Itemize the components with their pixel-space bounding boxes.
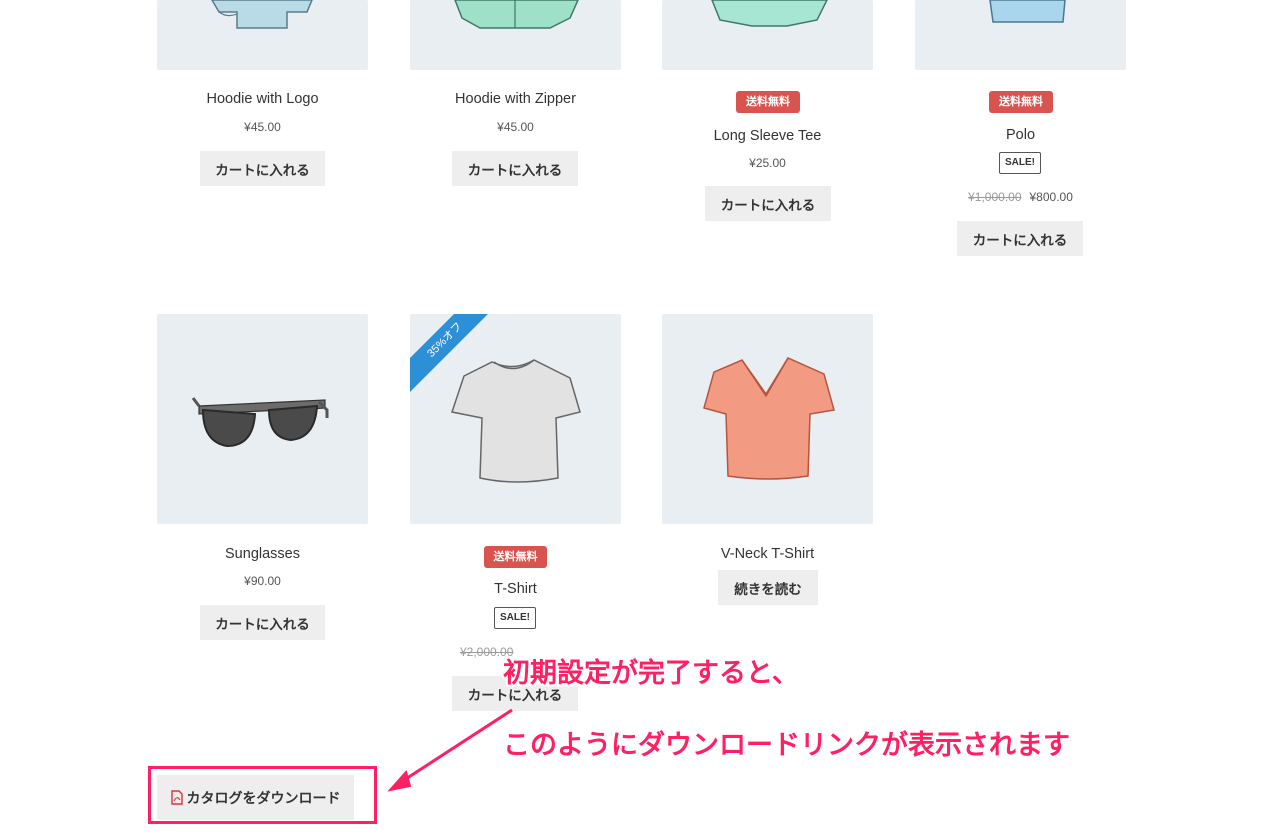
download-label: カタログをダウンロード [186, 789, 341, 806]
sale-price: ¥800.00 [1029, 190, 1073, 204]
download-catalog-button[interactable]: カタログをダウンロード [157, 775, 354, 820]
free-shipping-badge: 送料無料 [989, 91, 1053, 113]
sale-badge: SALE! [999, 152, 1041, 174]
product-name[interactable]: Hoodie with Logo [157, 91, 368, 107]
product-image-long-sleeve[interactable] [662, 0, 873, 70]
product-name[interactable]: Hoodie with Zipper [410, 91, 621, 107]
product-price: ¥90.00 [244, 574, 281, 588]
product-image-sunglasses[interactable] [157, 314, 368, 524]
free-shipping-badge: 送料無料 [484, 546, 547, 568]
add-to-cart-button[interactable]: カートに入れる [452, 151, 578, 186]
product-name[interactable]: Polo [915, 127, 1126, 143]
add-to-cart-button[interactable]: カートに入れる [705, 186, 831, 221]
product-price: ¥45.00 [244, 120, 281, 134]
old-price: ¥1,000.00 [968, 190, 1022, 204]
product-image-hoodie-logo[interactable] [157, 0, 368, 70]
product-image-vneck[interactable] [662, 314, 873, 524]
annotation-text: 初期設定が完了すると、 このようにダウンロードリンクが表示されます [503, 620, 1070, 800]
product-name[interactable]: Long Sleeve Tee [662, 128, 873, 144]
product-price: ¥45.00 [497, 120, 534, 134]
product-image-tshirt[interactable]: 35%オフ [410, 314, 621, 524]
product-image-hoodie-zipper[interactable] [410, 0, 621, 70]
read-more-button[interactable]: 続きを読む [718, 570, 818, 605]
pdf-icon [170, 790, 183, 805]
add-to-cart-button[interactable]: カートに入れる [200, 151, 325, 186]
product-name[interactable]: V-Neck T-Shirt [662, 546, 873, 562]
free-shipping-badge: 送料無料 [736, 91, 800, 113]
annotation-line-1: 初期設定が完了すると、 [503, 658, 799, 689]
annotation-line-2: このようにダウンロードリンクが表示されます [503, 730, 1070, 761]
product-image-polo[interactable] [915, 0, 1126, 70]
product-price: ¥1,000.00 ¥800.00 [915, 190, 1126, 204]
add-to-cart-button[interactable]: カートに入れる [200, 605, 325, 640]
product-name[interactable]: Sunglasses [157, 546, 368, 562]
product-price: ¥25.00 [749, 156, 786, 170]
product-name[interactable]: T-Shirt [410, 581, 621, 597]
add-to-cart-button[interactable]: カートに入れる [957, 221, 1083, 256]
